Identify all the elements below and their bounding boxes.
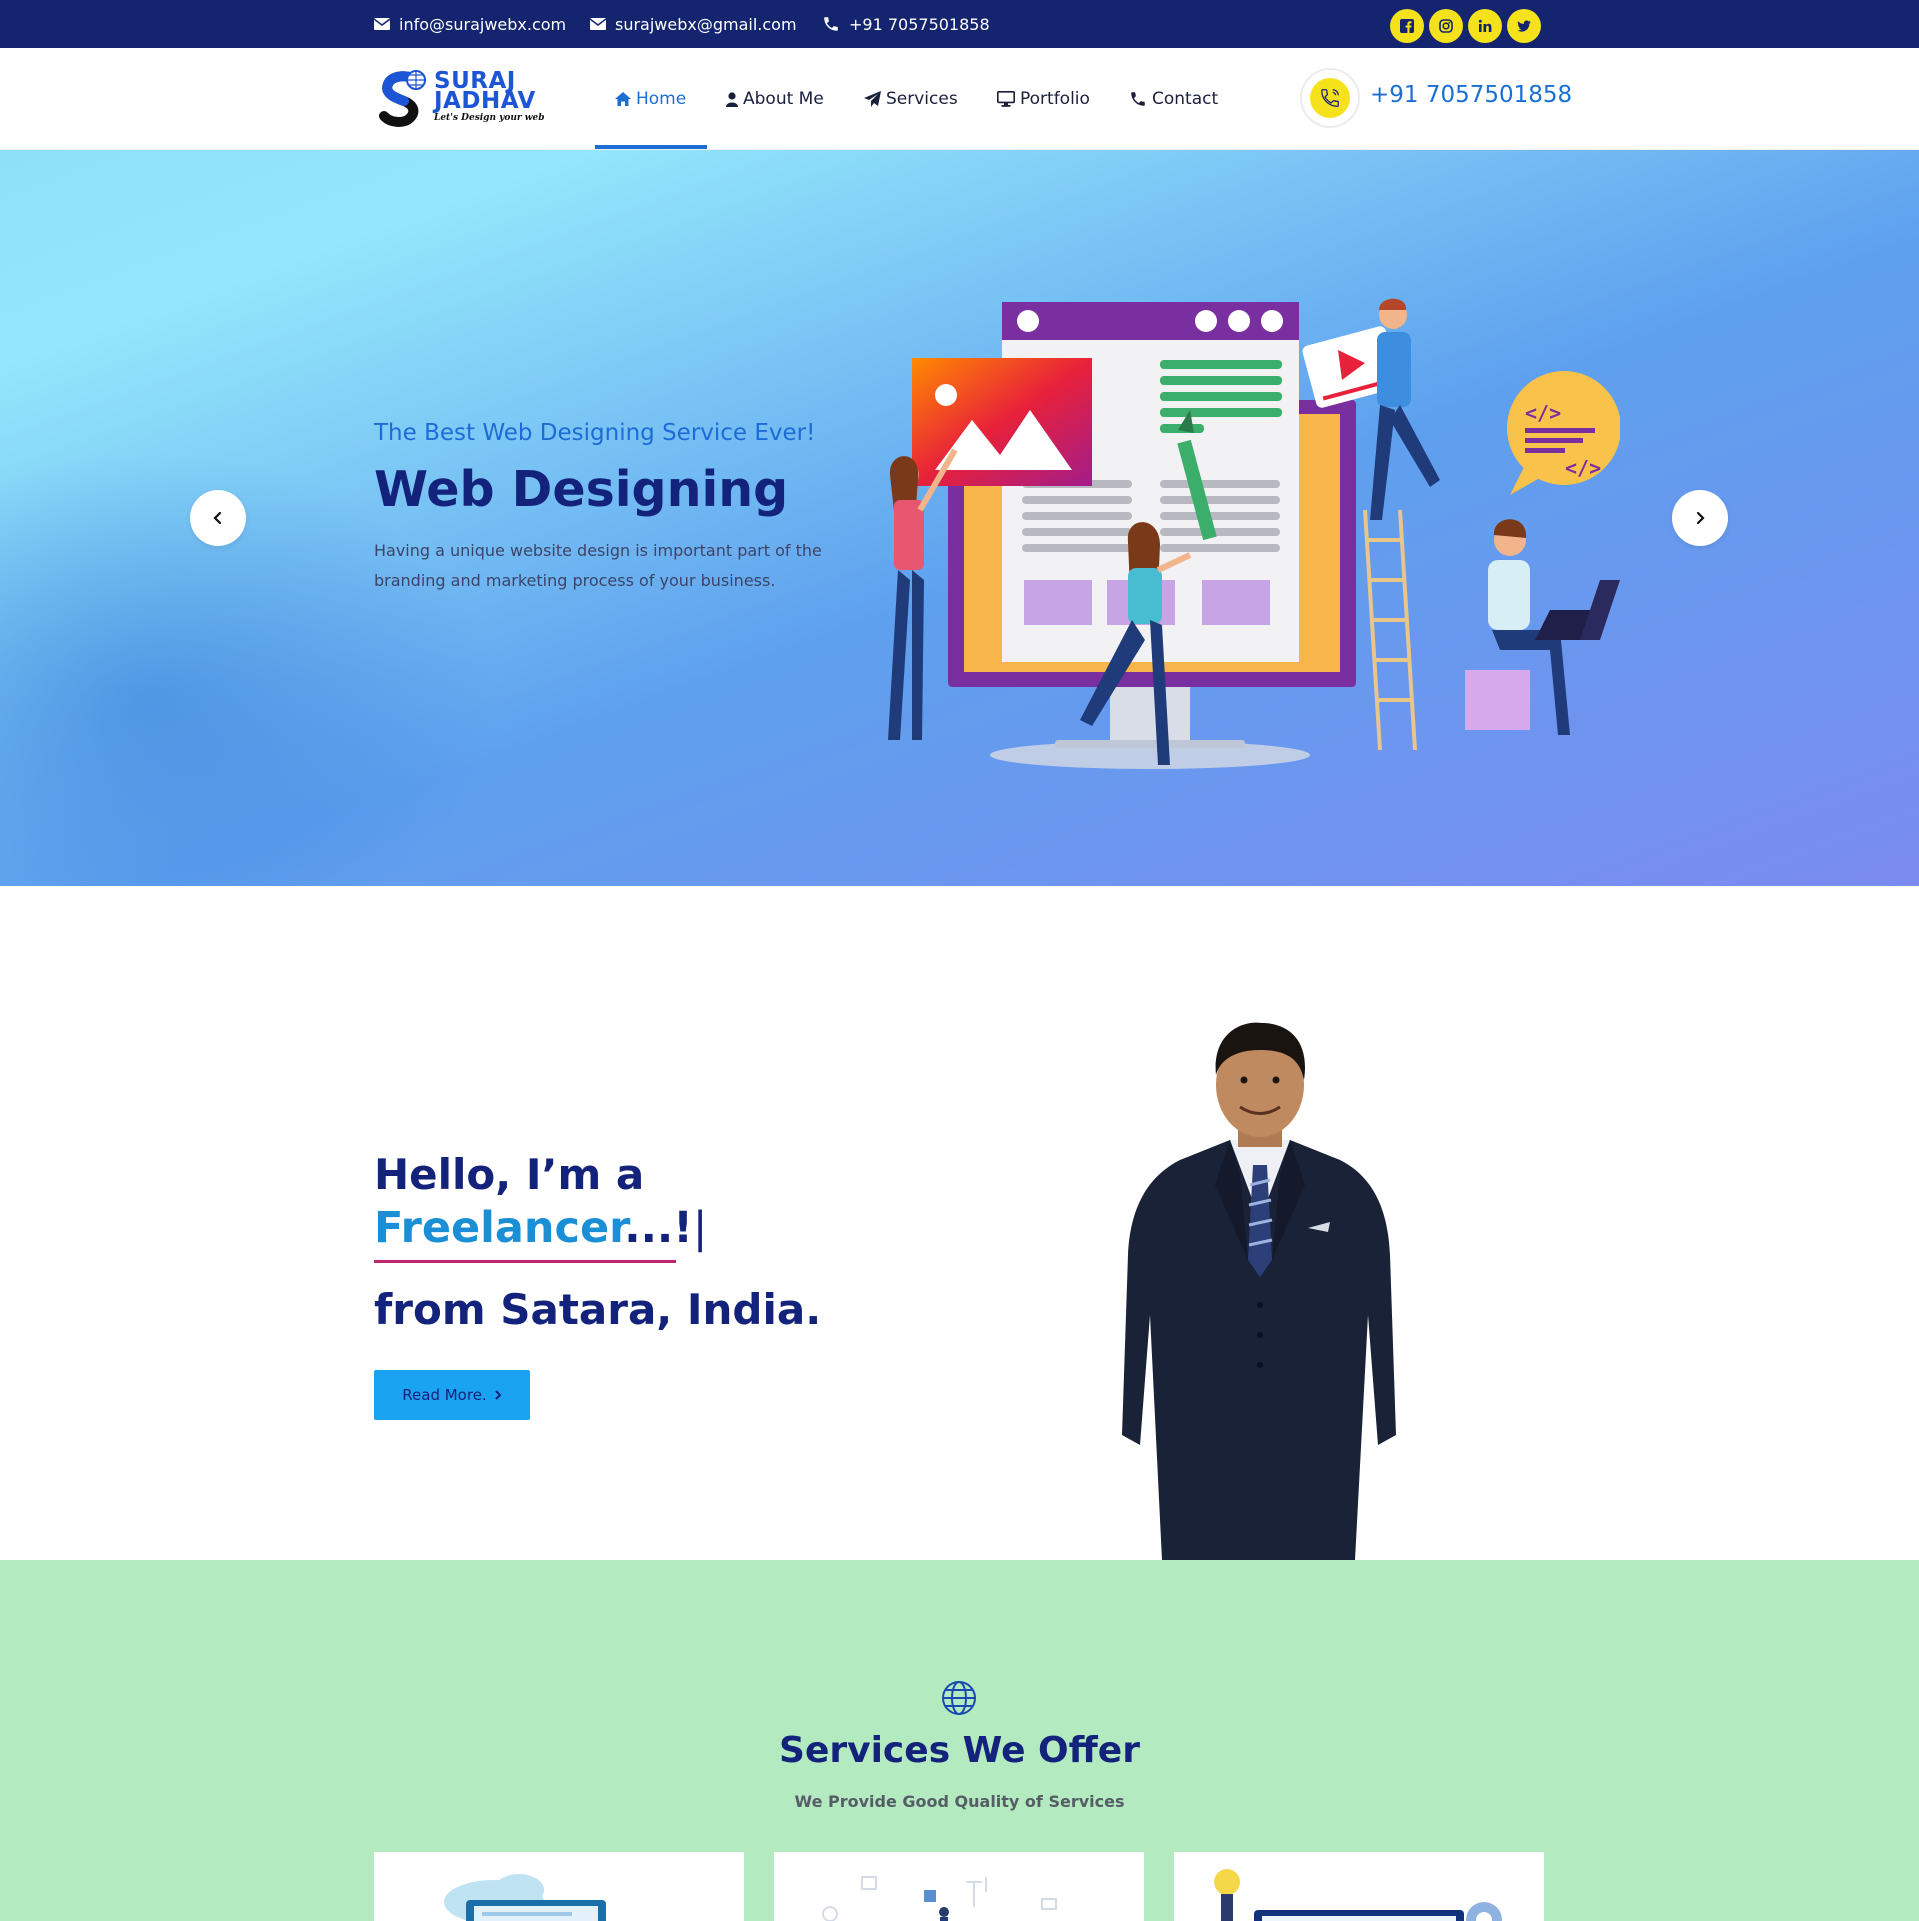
nav-services-label: Services [886,89,958,109]
logo-tagline: Let's Design your web [434,113,545,123]
slider-next-button[interactable] [1672,490,1728,546]
read-more-label: Read More. [402,1386,487,1404]
nav-about-me[interactable]: About Me [726,48,824,150]
service-illustration-1 [444,1874,606,1921]
twitter-button[interactable] [1507,9,1541,43]
nav-portfolio-label: Portfolio [1020,89,1090,109]
header-phone-badge[interactable] [1300,68,1360,128]
typing-caret: | [692,1203,708,1253]
topbar-email-1[interactable]: info@surajwebx.com [374,0,566,48]
hero-description: Having a unique website design is import… [374,541,822,590]
main-header: SURAJ JADHAV Let's Design your web Home … [0,48,1919,150]
instagram-icon [1439,19,1453,33]
profile-portrait [1122,1022,1396,1560]
nav-home-label: Home [636,89,687,109]
site-logo[interactable]: SURAJ JADHAV Let's Design your web [374,68,545,130]
services-title: Services We Offer [779,1730,1140,1771]
intro-greeting: Hello, I’m a [374,1150,645,1199]
chevron-right-icon [494,1390,502,1400]
nav-about-me-label: About Me [743,89,824,109]
service-card-1[interactable] [374,1852,744,1921]
service-card-3[interactable] [1174,1852,1544,1921]
intro-role-suffix: ...! [624,1203,693,1253]
envelope-icon [374,18,390,30]
facebook-icon [1400,19,1414,33]
intro-role-highlight: Freelancer [374,1203,625,1253]
top-bar: info@surajwebx.com surajwebx@gmail.com +… [0,0,1919,48]
paper-plane-icon [864,91,881,107]
services-subtitle: We Provide Good Quality of Services [794,1792,1125,1811]
nav-portfolio[interactable]: Portfolio [997,48,1090,150]
nav-services[interactable]: Services [864,48,958,150]
service-illustration-2 [822,1876,1057,1921]
instagram-button[interactable] [1429,9,1463,43]
svg-text:</>: </> [1525,401,1561,425]
phone-icon [824,17,838,31]
linkedin-icon [1478,19,1492,32]
intro-role-underline [374,1260,676,1263]
facebook-button[interactable] [1390,9,1424,43]
header-phone-number[interactable]: +91 7057501858 [1370,82,1572,108]
intro-location: from Satara, India. [374,1285,822,1334]
svg-text:</>: </> [1565,456,1601,480]
twitter-icon [1517,20,1531,32]
nav-active-indicator [595,145,707,149]
nav-contact-label: Contact [1152,89,1219,109]
hero-subtitle: The Best Web Designing Service Ever! [374,420,816,446]
globe-icon [942,1681,976,1715]
chevron-right-icon [1696,511,1705,525]
topbar-email-2[interactable]: surajwebx@gmail.com [590,0,797,48]
read-more-button[interactable]: Read More. [374,1370,530,1420]
intro-role: Freelancer...!| [374,1203,707,1253]
linkedin-button[interactable] [1468,9,1502,43]
nav-contact[interactable]: Contact [1129,48,1218,150]
slider-prev-button[interactable] [190,490,246,546]
phone-icon [1131,92,1145,106]
service-illustration-3 [1214,1869,1502,1921]
chevron-left-icon [213,511,222,525]
desktop-icon [997,91,1015,107]
nav-home[interactable]: Home [615,48,686,150]
topbar-phone[interactable]: +91 7057501858 [822,0,990,48]
topbar-email-2-text: surajwebx@gmail.com [615,14,797,34]
envelope-icon [590,18,606,30]
topbar-email-1-text: info@surajwebx.com [399,14,567,34]
logo-name-last: JADHAV [434,88,536,114]
service-card-2[interactable] [774,1852,1144,1921]
web-design-illustration: </> </> [888,298,1620,769]
phone-ring-icon [1321,89,1339,107]
logo-s-mark-icon [379,70,426,127]
home-icon [615,92,631,106]
services-section: Services We Offer We Provide Good Qualit… [0,1560,1919,1921]
topbar-phone-text: +91 7057501858 [849,14,990,34]
hero-title: Web Designing [374,461,789,518]
user-icon [726,91,738,107]
hero-slider: The Best Web Designing Service Ever! Web… [0,150,1919,886]
